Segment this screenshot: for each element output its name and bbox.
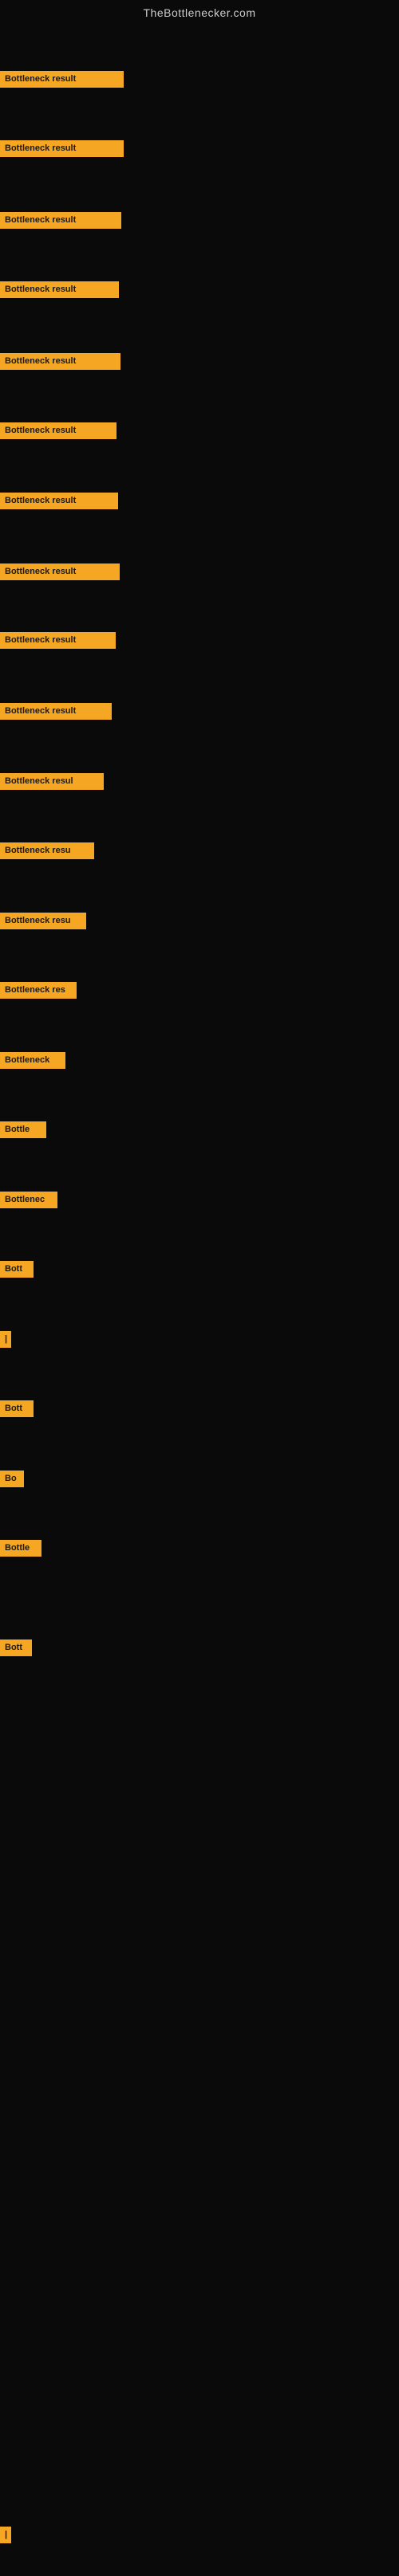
bottleneck-bar-21: Bo	[0, 1471, 24, 1487]
bottleneck-bar-13: Bottleneck resu	[0, 913, 86, 929]
bottleneck-bar-14: Bottleneck res	[0, 982, 77, 999]
bottleneck-bar-11: Bottleneck resul	[0, 773, 104, 790]
bottleneck-bar-row-1: Bottleneck result	[0, 71, 124, 92]
bottleneck-bar-row-12: Bottleneck resu	[0, 842, 94, 863]
bottleneck-bar-row-4: Bottleneck result	[0, 281, 119, 302]
bottleneck-bar-row-23: Bott	[0, 1639, 32, 1660]
bottleneck-bar-5: Bottleneck result	[0, 353, 120, 370]
bottleneck-bar-row-2: Bottleneck result	[0, 140, 124, 161]
bottleneck-bar-23: Bott	[0, 1639, 32, 1656]
bottleneck-bar-row-10: Bottleneck result	[0, 703, 112, 724]
bottleneck-bar-row-16: Bottle	[0, 1121, 46, 1142]
bottleneck-bar-row-14: Bottleneck res	[0, 982, 77, 1003]
site-title: TheBottlenecker.com	[0, 0, 399, 26]
bottleneck-bar-1: Bottleneck result	[0, 71, 124, 88]
bottleneck-bar-row-5: Bottleneck result	[0, 353, 120, 374]
bottleneck-bar-16: Bottle	[0, 1121, 46, 1138]
bottleneck-bar-row-18: Bott	[0, 1261, 34, 1282]
bottleneck-bar-3: Bottleneck result	[0, 212, 121, 229]
bottleneck-bar-row-21: Bo	[0, 1471, 24, 1491]
bottleneck-bar-row-17: Bottlenec	[0, 1192, 57, 1212]
bottleneck-bar-24: |	[0, 2527, 11, 2543]
bottleneck-bar-20: Bott	[0, 1400, 34, 1417]
bottleneck-bar-row-15: Bottleneck	[0, 1052, 65, 1073]
bottleneck-bar-row-7: Bottleneck result	[0, 493, 118, 513]
bottleneck-bar-row-6: Bottleneck result	[0, 422, 117, 443]
bottleneck-bar-15: Bottleneck	[0, 1052, 65, 1069]
bottleneck-bar-7: Bottleneck result	[0, 493, 118, 509]
bottleneck-bar-12: Bottleneck resu	[0, 842, 94, 859]
bottleneck-bar-18: Bott	[0, 1261, 34, 1278]
bottleneck-bar-row-20: Bott	[0, 1400, 34, 1421]
bottleneck-bar-row-19: |	[0, 1331, 11, 1352]
bottleneck-bar-row-13: Bottleneck resu	[0, 913, 86, 933]
bottleneck-bar-row-8: Bottleneck result	[0, 564, 120, 584]
bottleneck-bar-17: Bottlenec	[0, 1192, 57, 1208]
bottleneck-bar-6: Bottleneck result	[0, 422, 117, 439]
bottleneck-bar-9: Bottleneck result	[0, 632, 116, 649]
bottleneck-bar-row-24: |	[0, 2527, 11, 2547]
bottleneck-bar-row-11: Bottleneck resul	[0, 773, 104, 794]
bottleneck-bar-row-3: Bottleneck result	[0, 212, 121, 233]
bottleneck-bar-row-22: Bottle	[0, 1540, 41, 1561]
bottleneck-bar-4: Bottleneck result	[0, 281, 119, 298]
bottleneck-bar-10: Bottleneck result	[0, 703, 112, 720]
bottleneck-bar-row-9: Bottleneck result	[0, 632, 116, 653]
bottleneck-bar-19: |	[0, 1331, 11, 1348]
bottleneck-bar-22: Bottle	[0, 1540, 41, 1557]
bottleneck-bar-2: Bottleneck result	[0, 140, 124, 157]
bottleneck-bar-8: Bottleneck result	[0, 564, 120, 580]
